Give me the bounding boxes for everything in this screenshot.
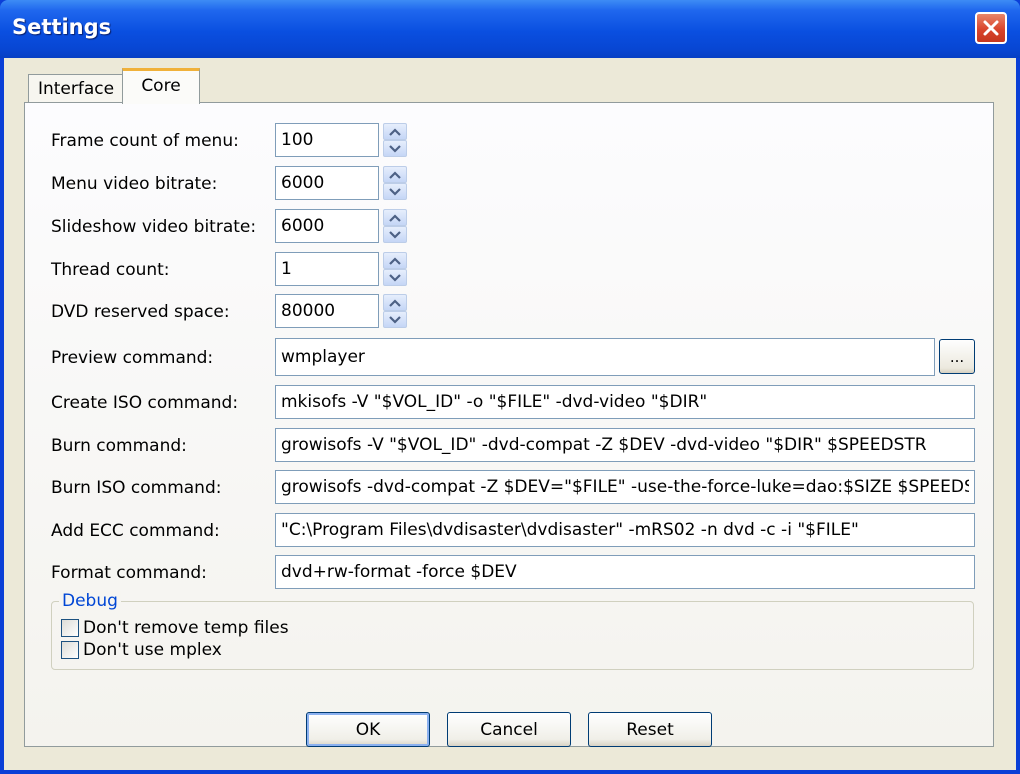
- tab-core-label: Core: [141, 76, 181, 96]
- core-tab-panel: Frame count of menu: Menu video bitrate:…: [24, 102, 994, 747]
- dont-use-mplex-checkbox[interactable]: [61, 641, 79, 659]
- title-bar[interactable]: Settings: [0, 0, 1020, 58]
- frame-count-label: Frame count of menu:: [51, 131, 239, 151]
- close-button[interactable]: [975, 12, 1007, 44]
- dvd-reserved-label: DVD reserved space:: [51, 302, 230, 322]
- slideshow-bitrate-spinner[interactable]: [383, 209, 407, 243]
- chevron-up-icon: [389, 127, 401, 136]
- spin-down-button[interactable]: [383, 311, 407, 328]
- dvd-reserved-input[interactable]: [275, 294, 379, 328]
- preview-command-input[interactable]: [275, 338, 935, 376]
- chevron-up-icon: [389, 170, 401, 179]
- tab-core[interactable]: Core: [122, 68, 200, 104]
- spin-up-button[interactable]: [383, 294, 407, 311]
- menu-bitrate-input[interactable]: [275, 166, 379, 200]
- burn-command-input[interactable]: [275, 428, 975, 462]
- dont-remove-temp-label[interactable]: Don't remove temp files: [83, 618, 289, 638]
- thread-count-label: Thread count:: [51, 260, 170, 280]
- dvd-reserved-spinner[interactable]: [383, 294, 407, 328]
- create-iso-input[interactable]: [275, 385, 975, 419]
- spin-down-button[interactable]: [383, 183, 407, 200]
- spin-up-button[interactable]: [383, 209, 407, 226]
- format-command-input[interactable]: [275, 555, 975, 589]
- frame-count-spinner[interactable]: [383, 123, 407, 157]
- menu-bitrate-label: Menu video bitrate:: [51, 174, 218, 194]
- chevron-down-icon: [389, 144, 401, 153]
- spin-down-button[interactable]: [383, 140, 407, 157]
- spin-up-button[interactable]: [383, 166, 407, 183]
- dialog-client-area: Interface Core Frame count of menu: Menu…: [4, 58, 1016, 770]
- cancel-button[interactable]: Cancel: [447, 712, 571, 747]
- tab-interface-label: Interface: [37, 78, 115, 99]
- chevron-up-icon: [389, 298, 401, 307]
- slideshow-bitrate-input[interactable]: [275, 209, 379, 243]
- create-iso-label: Create ISO command:: [51, 393, 239, 413]
- burn-iso-label: Burn ISO command:: [51, 478, 222, 498]
- spin-down-button[interactable]: [383, 226, 407, 243]
- slideshow-bitrate-label: Slideshow video bitrate:: [51, 217, 257, 237]
- close-icon: [983, 20, 999, 36]
- menu-bitrate-spinner[interactable]: [383, 166, 407, 200]
- spin-down-button[interactable]: [383, 269, 407, 286]
- window-title: Settings: [12, 15, 112, 39]
- spin-up-button[interactable]: [383, 252, 407, 269]
- add-ecc-input[interactable]: [275, 513, 975, 547]
- tab-interface[interactable]: Interface: [28, 74, 124, 102]
- chevron-down-icon: [389, 187, 401, 196]
- dont-use-mplex-label[interactable]: Don't use mplex: [83, 640, 222, 660]
- burn-command-label: Burn command:: [51, 436, 187, 456]
- chevron-down-icon: [389, 230, 401, 239]
- settings-window: Settings Interface Core Frame count of m…: [0, 0, 1020, 774]
- format-command-label: Format command:: [51, 563, 207, 583]
- reset-button[interactable]: Reset: [588, 712, 712, 747]
- thread-count-spinner[interactable]: [383, 252, 407, 286]
- chevron-up-icon: [389, 213, 401, 222]
- chevron-down-icon: [389, 315, 401, 324]
- burn-iso-input[interactable]: [275, 470, 975, 504]
- chevron-up-icon: [389, 256, 401, 265]
- thread-count-input[interactable]: [275, 252, 379, 286]
- ok-button[interactable]: OK: [306, 712, 430, 747]
- dont-remove-temp-checkbox[interactable]: [61, 619, 79, 637]
- chevron-down-icon: [389, 273, 401, 282]
- debug-group-title: Debug: [59, 591, 121, 611]
- browse-button[interactable]: ...: [939, 339, 975, 374]
- frame-count-input[interactable]: [275, 123, 379, 157]
- spin-up-button[interactable]: [383, 123, 407, 140]
- preview-command-label: Preview command:: [51, 348, 214, 368]
- add-ecc-label: Add ECC command:: [51, 521, 220, 541]
